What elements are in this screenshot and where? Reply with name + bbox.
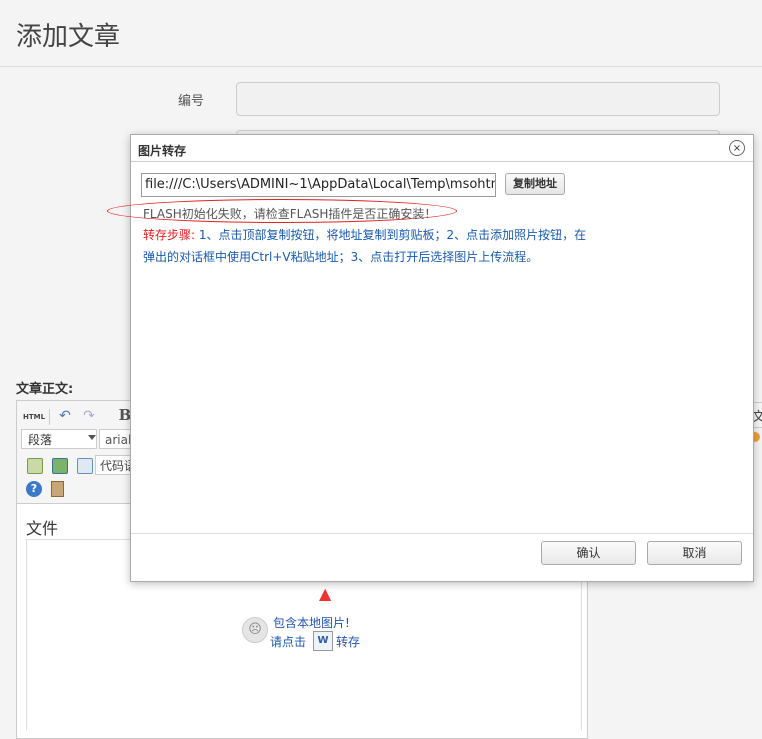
page-title: 添加文章 — [16, 22, 121, 52]
hint-transfer-text: 转存 — [336, 635, 361, 649]
font-select[interactable]: arial — [99, 429, 133, 449]
number-label: 编号 — [178, 94, 205, 109]
undo-icon[interactable]: ↶ — [55, 406, 75, 426]
local-image-hint: 包含本地图片! — [273, 616, 350, 630]
transfer-steps-label: 转存步骤: — [143, 228, 196, 242]
dialog-footer-divider — [131, 533, 753, 534]
cancel-button[interactable]: 取消 — [647, 541, 742, 565]
dialog-header-divider — [131, 161, 753, 162]
editor-body-text[interactable]: 文件 — [26, 515, 58, 539]
chevron-down-icon[interactable] — [88, 435, 96, 440]
content-label: 文章正文: — [16, 382, 74, 397]
toolbar-separator — [49, 409, 50, 425]
transfer-steps-text1: 1、点击顶部复制按钮，将地址复制到剪贴板；2、点击添加照片按钮，在 — [195, 228, 587, 242]
paste-icon[interactable] — [51, 481, 64, 497]
title-divider — [0, 66, 762, 67]
flash-error-message: FLASH初始化失败，请检查FLASH插件是否正确安装！ — [143, 207, 437, 221]
copy-address-button[interactable]: 复制地址 — [505, 173, 565, 195]
confirm-button[interactable]: 确认 — [541, 541, 636, 565]
word-image-transfer-icon[interactable]: W — [313, 631, 333, 651]
transfer-steps-line2: 弹出的对话框中使用Ctrl+V粘贴地址；3、点击打开后选择图片上传流程。 — [143, 250, 539, 264]
image-transfer-dialog: 图片转存 × file:///C:\Users\ADMINI~1\AppData… — [107, 134, 754, 582]
dialog-title: 图片转存 — [138, 144, 187, 158]
hint-click-text: 请点击 — [270, 635, 307, 649]
number-input[interactable] — [236, 82, 720, 116]
local-path-input[interactable]: file:///C:\Users\ADMINI~1\AppData\Local\… — [141, 173, 496, 197]
arrow-up-icon: ▲ — [319, 584, 332, 603]
redo-icon[interactable]: ↷ — [79, 406, 99, 426]
code-language-select[interactable]: 代码语 — [95, 455, 133, 475]
sad-face-icon: ☹ — [242, 617, 268, 643]
paragraph-select[interactable]: 段落 — [21, 429, 97, 449]
html-source-button[interactable]: HTML — [23, 407, 45, 427]
image-icon[interactable] — [27, 458, 43, 474]
attachment-icon[interactable] — [77, 458, 93, 474]
multi-image-icon[interactable] — [52, 458, 68, 474]
help-icon[interactable]: ? — [26, 481, 42, 497]
transfer-steps-line1: 转存步骤: 1、点击顶部复制按钮，将地址复制到剪贴板；2、点击添加照片按钮，在 — [143, 226, 586, 243]
close-icon[interactable]: × — [729, 140, 745, 156]
